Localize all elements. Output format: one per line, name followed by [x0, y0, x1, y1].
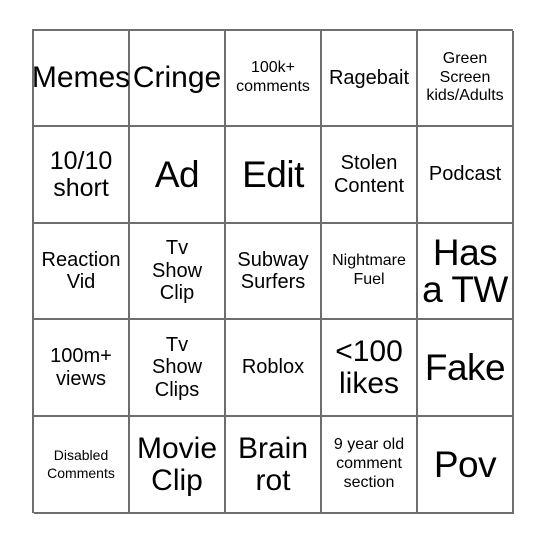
bingo-cell[interactable]: Fake	[418, 320, 514, 417]
bingo-cell[interactable]: Reaction Vid	[34, 224, 130, 320]
bingo-cell[interactable]: Movie Clip	[130, 417, 226, 514]
bingo-cell[interactable]: 9 year old comment section	[322, 417, 418, 514]
bingo-cell[interactable]: Pov	[418, 417, 514, 514]
bingo-cell[interactable]: Subway Surfers	[226, 224, 322, 320]
bingo-cell[interactable]: Tv Show Clips	[130, 320, 226, 417]
bingo-cell[interactable]: Memes	[32, 31, 130, 127]
bingo-cell[interactable]: Stolen Content	[322, 127, 418, 224]
bingo-cell[interactable]: Nightmare Fuel	[322, 224, 418, 320]
bingo-cell[interactable]: Edit	[226, 127, 322, 224]
bingo-card: Memes Cringe 100k+ comments Ragebait Green S…	[32, 29, 514, 514]
bingo-cell[interactable]: Tv Show Clip	[130, 224, 226, 320]
bingo-cell[interactable]: Brain rot	[226, 417, 322, 514]
bingo-cell[interactable]: <100 likes	[322, 320, 418, 417]
bingo-cell[interactable]: Cringe	[130, 31, 226, 127]
bingo-cell[interactable]: Roblox	[226, 320, 322, 417]
bingo-cell[interactable]: 10/10 short	[34, 127, 130, 224]
bingo-cell[interactable]: Disabled Comments	[34, 417, 130, 514]
bingo-cell[interactable]: 100k+ comments	[226, 31, 322, 127]
bingo-cell[interactable]: Podcast	[418, 127, 514, 224]
bingo-cell[interactable]: 100m+ views	[34, 320, 130, 417]
bingo-cell[interactable]: Ad	[130, 127, 226, 224]
bingo-cell[interactable]: Green Screen kids/Adults	[418, 31, 514, 127]
bingo-cell[interactable]: Has a TW	[418, 224, 514, 320]
bingo-cell[interactable]: Ragebait	[322, 31, 418, 127]
